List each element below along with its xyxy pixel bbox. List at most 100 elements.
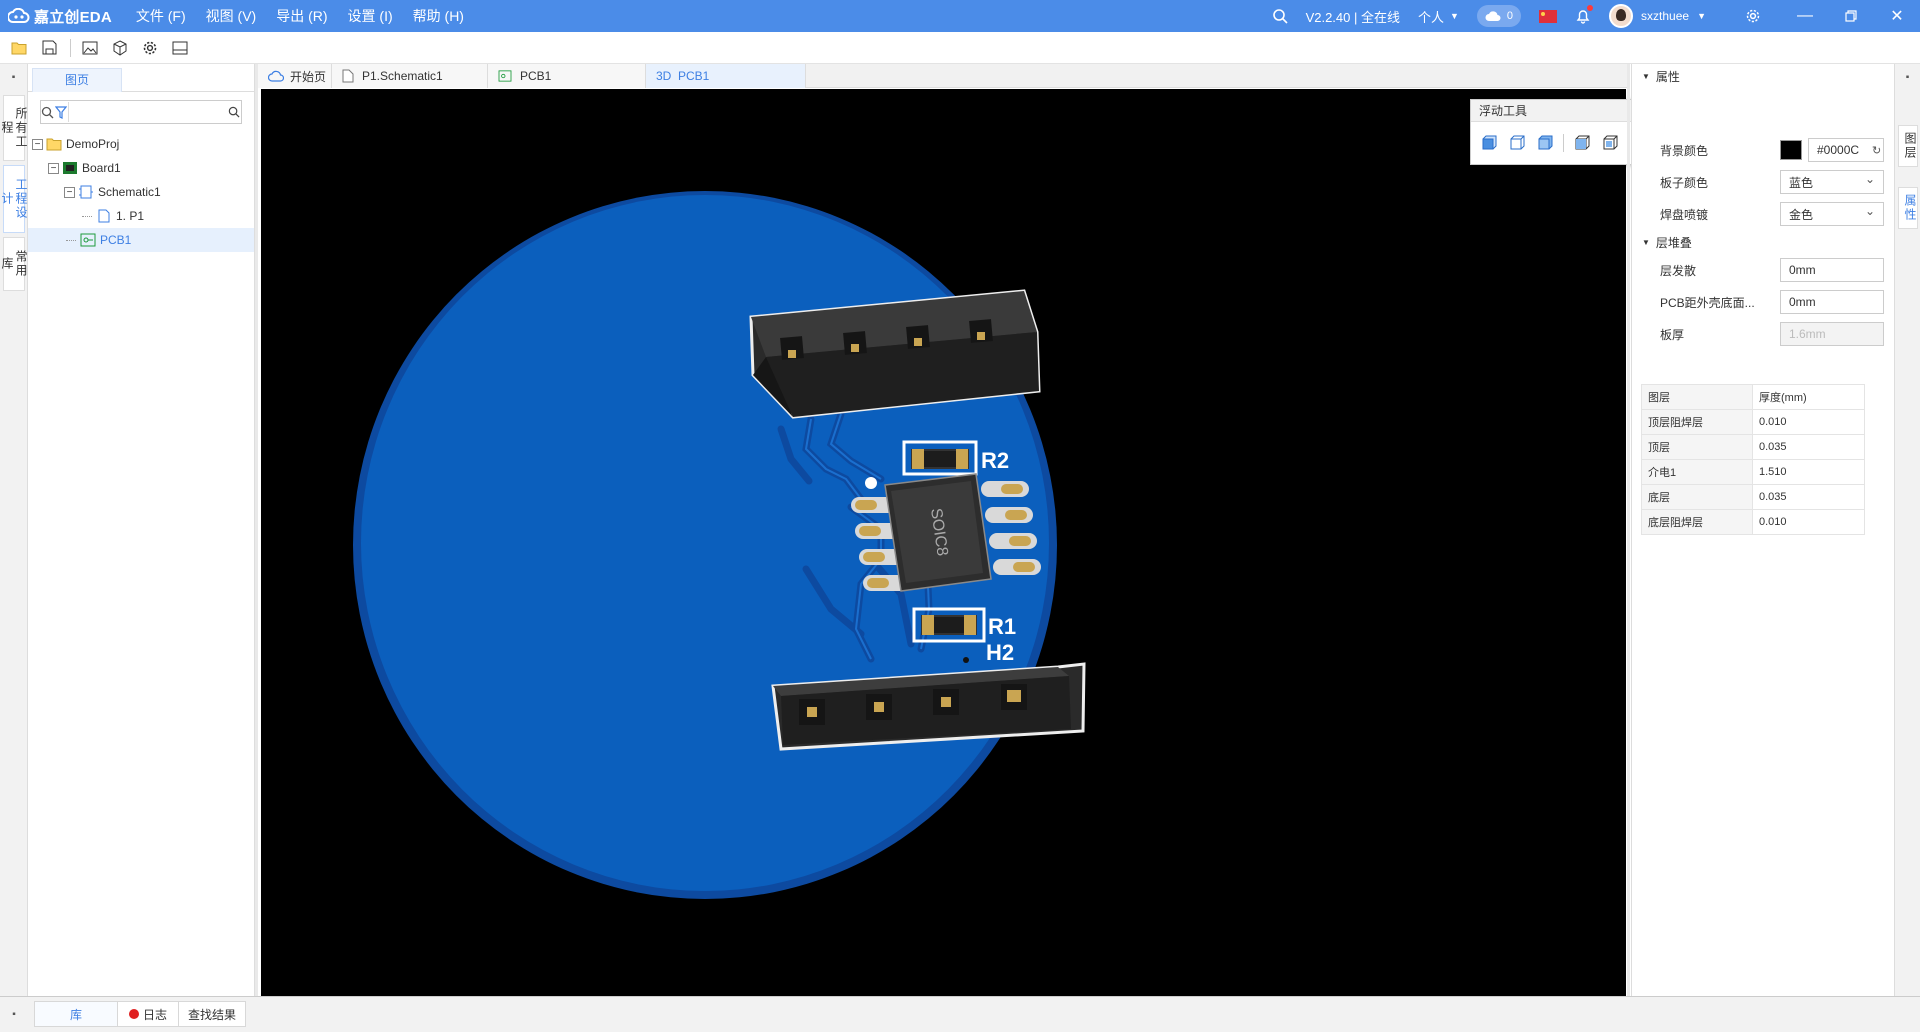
table-cell: 顶层 [1641, 434, 1753, 460]
model-3d-icon[interactable] [109, 37, 131, 59]
rail-tab-common-library[interactable]: 常用库 [0, 237, 28, 291]
menu-file[interactable]: 文件 (F) [136, 6, 186, 26]
tab-pages[interactable]: 图页 [32, 68, 122, 92]
tree-node-label: Schematic1 [98, 185, 161, 199]
table-row: 介电1 1.510 [1641, 459, 1865, 485]
layer-spread-input[interactable]: 0mm [1780, 258, 1884, 282]
menu-help[interactable]: 帮助 (H) [413, 6, 464, 26]
view-wireframe-icon[interactable] [1507, 133, 1527, 153]
prop-row-pad-finish: 焊盘喷镀 金色 [1632, 198, 1893, 230]
tab-pcb[interactable]: PCB1 [488, 64, 646, 88]
image-export-icon[interactable] [79, 37, 101, 59]
global-search-icon[interactable] [1272, 8, 1288, 24]
tree-search-input[interactable] [67, 102, 228, 122]
settings-gear-icon[interactable] [1745, 8, 1761, 24]
tab-start-page[interactable]: 开始页 [258, 64, 332, 88]
prop-label: 板厚 [1660, 327, 1685, 342]
view-bottom-icon[interactable] [1600, 133, 1620, 153]
menu-settings[interactable]: 设置 (I) [348, 6, 393, 26]
pcb-offset-input[interactable]: 0mm [1780, 290, 1884, 314]
minimize-button[interactable]: — [1782, 0, 1828, 32]
menu-export[interactable]: 导出 (R) [276, 6, 327, 26]
tree-node-pcb1[interactable]: PCB1 [28, 228, 254, 252]
tree-node-schematic1[interactable]: − Schematic1 [28, 180, 254, 204]
schematic-icon [79, 185, 93, 199]
menu-bar: 文件 (F) 视图 (V) 导出 (R) 设置 (I) 帮助 (H) [126, 6, 474, 26]
filter-icon[interactable] [54, 101, 67, 123]
open-folder-icon[interactable] [8, 37, 30, 59]
search-submit-icon[interactable] [228, 101, 241, 123]
rail-tab-project-design[interactable]: 工程设计 [0, 165, 28, 233]
bottom-tab-log[interactable]: 日志 [117, 1001, 179, 1027]
reset-color-icon[interactable]: ↻ [1872, 144, 1881, 157]
tree-search [40, 100, 242, 124]
left-splitter[interactable] [255, 64, 258, 996]
search-icon[interactable] [41, 101, 54, 123]
rail-tab-properties[interactable]: 属性 [1898, 187, 1918, 229]
user-menu[interactable]: sxzthuee ▼ [1609, 4, 1706, 28]
close-button[interactable]: ✕ [1874, 0, 1920, 32]
table-header: 厚度(mm) [1752, 384, 1865, 410]
view-top-icon[interactable] [1572, 133, 1592, 153]
gear-icon[interactable] [139, 37, 161, 59]
pcb-icon [498, 70, 512, 82]
tab-label: P1.Schematic1 [362, 69, 443, 83]
view-iso-front-icon[interactable] [1479, 133, 1499, 153]
pin-icon[interactable]: ▪ [0, 64, 27, 91]
rail-tab-layers[interactable]: 图层 [1898, 125, 1918, 167]
cloud-sync-button[interactable]: 0 [1476, 5, 1522, 27]
prop-label: 背景颜色 [1660, 143, 1709, 158]
chip-u1[interactable]: SOIC8 [884, 473, 992, 592]
bottom-tab-label: 日志 [142, 1007, 167, 1022]
right-splitter[interactable] [1627, 64, 1630, 996]
view-shaded-icon[interactable] [1535, 133, 1555, 153]
tree-node-demoproj[interactable]: − DemoProj [28, 132, 254, 156]
rail-tab-all-projects[interactable]: 所有工程 [0, 95, 28, 161]
toolbar-separator [70, 38, 71, 57]
pcb-icon [80, 233, 96, 247]
section-title: 层堆叠 [1655, 235, 1692, 250]
section-stackup-header[interactable]: ▼ 层堆叠 [1632, 230, 1893, 254]
section-title: 属性 [1655, 69, 1680, 84]
pin-icon[interactable]: ▪ [1895, 64, 1920, 91]
pad-finish-select[interactable]: 金色 [1780, 202, 1884, 226]
notification-bell-icon[interactable] [1575, 5, 1594, 24]
tab-label: 3D PCB1 [656, 69, 710, 83]
account-label: 个人 [1417, 9, 1444, 25]
folder-icon [46, 138, 62, 151]
layer-stack-table: 图层 厚度(mm) 顶层阻焊层 0.010 顶层 0.035 介电1 1.510 底层… [1641, 384, 1865, 535]
prop-row-thickness: 板厚 1.6mm [1632, 318, 1893, 350]
section-properties-header[interactable]: ▼ 属性 [1632, 64, 1893, 88]
left-rail: ▪ 所有工程 工程设计 常用库 [0, 64, 28, 996]
hidden-rows-behind-float [1632, 88, 1893, 134]
pin-icon[interactable]: ▪ [0, 997, 28, 1028]
language-flag-icon[interactable] [1539, 9, 1558, 23]
designator-r1: R1 [988, 614, 1016, 639]
collapse-toggle[interactable]: − [32, 138, 43, 150]
save-icon[interactable] [38, 37, 60, 59]
tab-3d-pcb[interactable]: 3D PCB1 [646, 64, 806, 88]
pcb-3d-render[interactable]: R2 SOIC8 R1 H2 [261, 89, 1626, 996]
panel-toggle-icon[interactable] [169, 37, 191, 59]
prop-label: 焊盘喷镀 [1660, 207, 1709, 222]
table-row: 底层阻焊层 0.010 [1641, 509, 1865, 535]
table-cell: 0.035 [1752, 484, 1865, 510]
app-logo[interactable]: 嘉立创EDA [8, 6, 112, 27]
tab-schematic[interactable]: P1.Schematic1 [332, 64, 488, 88]
tree-node-page-p1[interactable]: 1. P1 [28, 204, 254, 228]
color-swatch[interactable] [1780, 140, 1802, 160]
table-header: 图层 [1641, 384, 1753, 410]
restore-button[interactable] [1828, 0, 1874, 32]
floating-tools-title: 浮动工具 [1479, 104, 1528, 118]
account-dropdown[interactable]: 个人 ▼ [1418, 7, 1459, 26]
bottom-tab-find-results[interactable]: 查找结果 [178, 1001, 246, 1027]
board-color-select[interactable]: 蓝色 [1780, 170, 1884, 194]
table-cell: 介电1 [1641, 459, 1753, 485]
tree-node-board1[interactable]: − Board1 [28, 156, 254, 180]
3d-viewport[interactable]: R2 SOIC8 R1 H2 [261, 89, 1626, 996]
chevron-down-icon: ▼ [1697, 11, 1706, 21]
bottom-tab-library[interactable]: 库 [34, 1001, 118, 1027]
collapse-toggle[interactable]: − [64, 186, 75, 198]
menu-view[interactable]: 视图 (V) [206, 6, 257, 26]
collapse-toggle[interactable]: − [48, 162, 59, 174]
